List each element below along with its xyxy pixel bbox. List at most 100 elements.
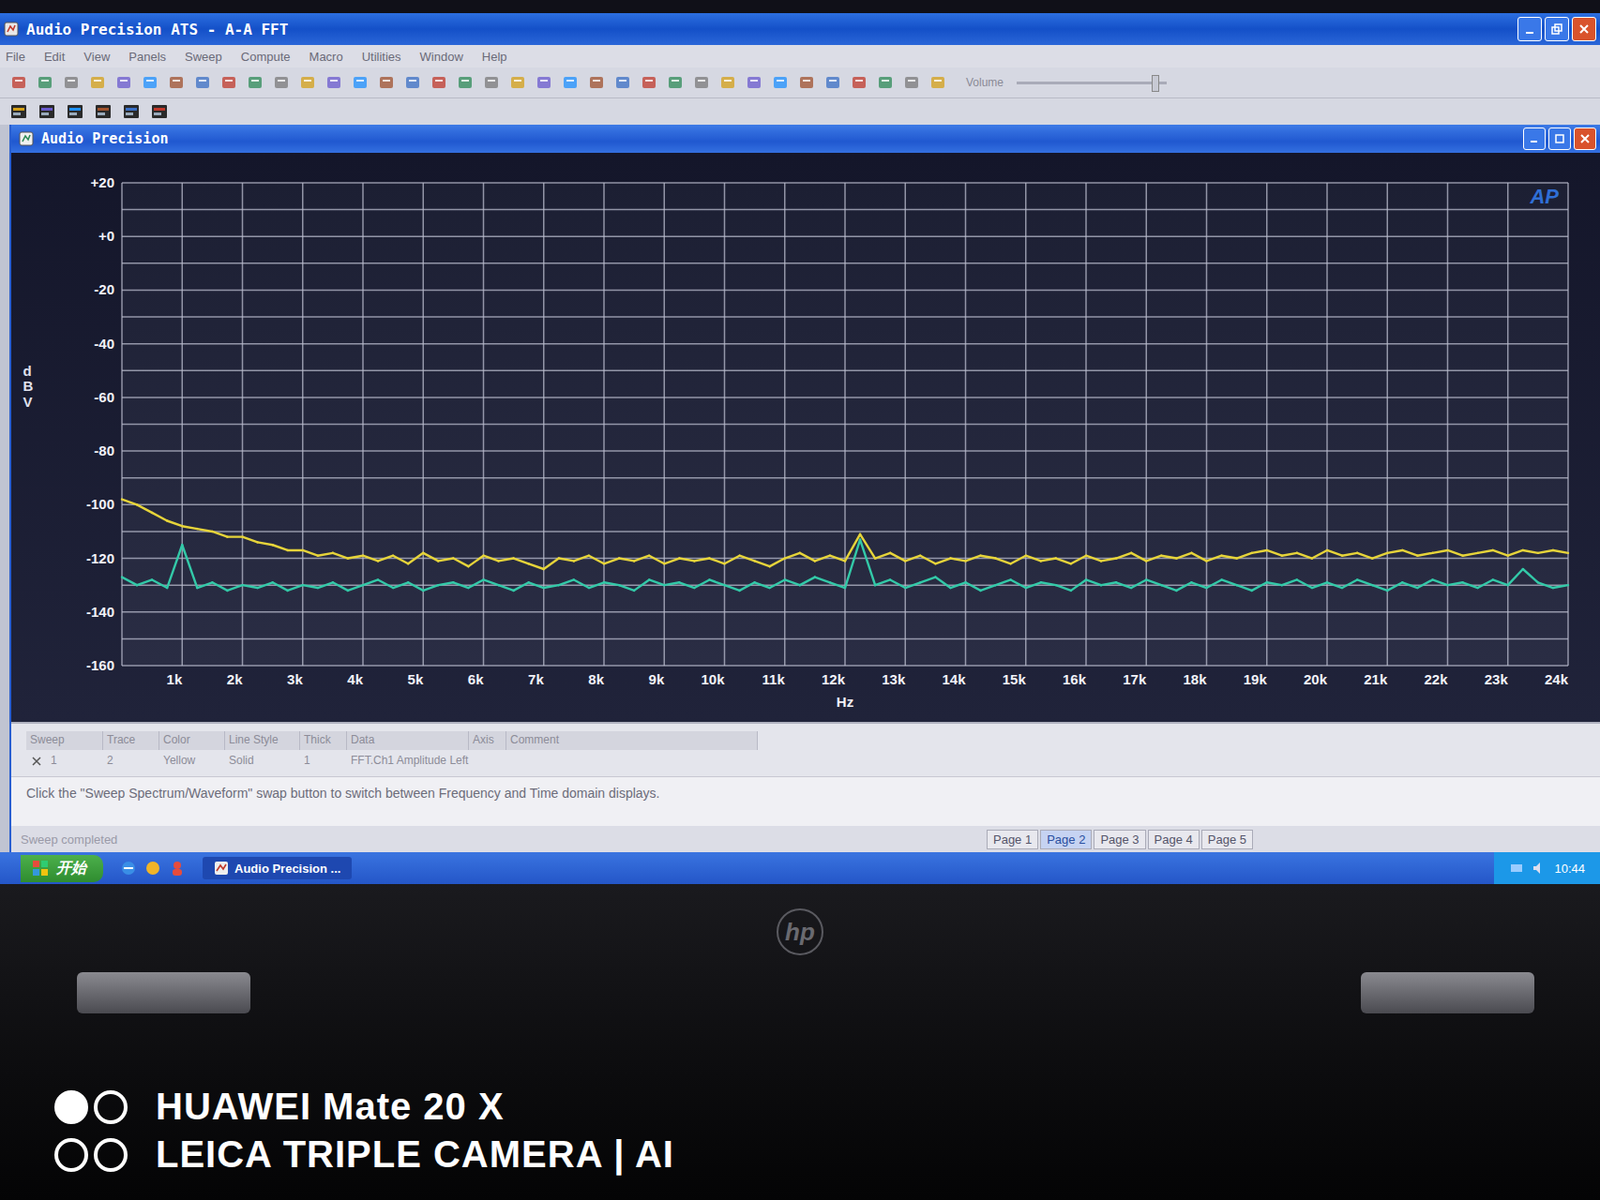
toolbar-button[interactable]	[165, 71, 188, 94]
toolbar-button[interactable]	[821, 71, 845, 94]
toolbar-button[interactable]	[86, 71, 109, 94]
toolbar-button[interactable]	[33, 71, 57, 94]
tool-icon	[798, 74, 816, 91]
legend-cell[interactable]	[506, 752, 758, 771]
toolbar-button[interactable]	[795, 71, 818, 94]
toolbar-button[interactable]	[63, 100, 87, 123]
toolbar-button[interactable]	[480, 71, 503, 94]
page-tab[interactable]: Page 1	[986, 830, 1039, 850]
toolbar-button[interactable]	[120, 100, 143, 123]
volume-icon[interactable]	[1531, 860, 1547, 876]
taskbar-label: Audio Precision ...	[234, 861, 341, 876]
page-tab[interactable]: Page 5	[1201, 830, 1253, 850]
toolbar-button[interactable]	[7, 100, 31, 123]
legend-cell[interactable]	[468, 752, 507, 771]
toolbar-button[interactable]	[637, 71, 661, 94]
toolbar-button[interactable]	[375, 71, 398, 94]
column-header[interactable]: Comment	[506, 731, 758, 751]
column-header[interactable]: Line Style	[225, 731, 301, 751]
toolbar-button[interactable]	[874, 71, 897, 94]
toolbar-button[interactable]	[270, 71, 293, 94]
page-tab[interactable]: Page 4	[1147, 830, 1200, 850]
volume-thumb[interactable]	[1151, 75, 1160, 92]
toolbar-button[interactable]	[322, 71, 346, 94]
x-axis-title: Hz	[836, 694, 854, 710]
column-header[interactable]: Thick	[300, 731, 348, 751]
grid-line	[121, 209, 1569, 212]
toolbar-button[interactable]	[453, 71, 477, 94]
column-header[interactable]: Axis	[468, 731, 507, 751]
series-segment	[1402, 582, 1418, 589]
toolbar-button[interactable]	[742, 71, 766, 94]
toolbar-button[interactable]	[243, 71, 267, 94]
menu-item[interactable]: Window	[420, 49, 464, 64]
toolbar-button[interactable]	[690, 71, 713, 94]
toolbar-button[interactable]	[296, 71, 319, 94]
toolbar-button[interactable]	[847, 71, 871, 94]
legend-cell[interactable]: 1	[46, 752, 104, 771]
toolbar-button[interactable]	[506, 71, 529, 94]
minimize-button[interactable]	[1517, 16, 1542, 42]
network-icon[interactable]	[1509, 860, 1525, 876]
maximize-button[interactable]	[1548, 127, 1571, 151]
column-header[interactable]: Data	[347, 731, 469, 751]
menu-item[interactable]: File	[5, 49, 26, 64]
toolbar-button[interactable]	[148, 100, 171, 123]
toolbar-button[interactable]	[558, 71, 582, 94]
restore-button[interactable]	[1544, 16, 1570, 42]
minimize-button[interactable]	[1523, 127, 1546, 151]
close-button[interactable]	[1573, 127, 1597, 151]
legend-cell[interactable]: FFT.Ch1 Amplitude Left	[347, 752, 469, 771]
toolbar-button[interactable]	[91, 100, 115, 123]
toolbar-button[interactable]	[112, 71, 136, 94]
x-tick-label: 4k	[347, 671, 363, 688]
toolbar-button[interactable]	[348, 71, 372, 94]
toolbar-button[interactable]	[611, 71, 634, 94]
page-tab[interactable]: Page 3	[1093, 830, 1146, 850]
toolbar-button[interactable]	[60, 71, 83, 94]
toolbar-button[interactable]	[138, 71, 162, 94]
column-header[interactable]: Sweep	[26, 731, 104, 751]
toolbar-button[interactable]	[401, 71, 424, 94]
menu-item[interactable]: Macro	[309, 49, 344, 64]
legend-cell[interactable]: Yellow	[159, 752, 226, 771]
toolbar-button[interactable]	[585, 71, 608, 94]
tool-icon	[141, 74, 159, 91]
page-tab[interactable]: Page 2	[1040, 830, 1092, 850]
legend-row[interactable]: 12YellowSolid1FFT.Ch1 Amplitude Left	[26, 752, 758, 771]
toolbar-button[interactable]	[191, 71, 214, 94]
close-button[interactable]	[1571, 16, 1597, 42]
toolbar-button[interactable]	[532, 71, 556, 94]
toolbar-button[interactable]	[716, 71, 740, 94]
taskbar: 开始Audio Precision ...10:44	[0, 852, 1600, 885]
menu-item[interactable]: Panels	[128, 49, 167, 64]
taskbar-button[interactable]: Audio Precision ...	[202, 857, 352, 880]
toolbar-button[interactable]	[769, 71, 792, 94]
row-checkbox[interactable]	[26, 752, 47, 771]
legend-cell[interactable]: 2	[103, 752, 160, 771]
media-icon[interactable]	[144, 860, 162, 877]
toolbar-button[interactable]	[35, 100, 59, 123]
column-header[interactable]: Color	[159, 731, 226, 751]
menu-item[interactable]: Utilities	[362, 49, 402, 64]
toolbar-button[interactable]	[7, 71, 31, 94]
menu-item[interactable]: Help	[482, 49, 508, 64]
toolbar-button[interactable]	[217, 71, 241, 94]
messenger-icon[interactable]	[168, 860, 186, 877]
volume-slider[interactable]	[1016, 81, 1167, 85]
toolbar-button[interactable]	[427, 71, 451, 94]
series-segment	[362, 556, 378, 562]
menu-item[interactable]: View	[83, 49, 110, 64]
toolbar-button[interactable]	[900, 71, 923, 94]
menu-item[interactable]: Compute	[241, 49, 291, 64]
legend-cell[interactable]: 1	[300, 752, 348, 771]
check-icon	[31, 756, 42, 767]
toolbar-button[interactable]	[926, 71, 950, 94]
menu-item[interactable]: Sweep	[184, 49, 223, 64]
browser-icon[interactable]	[120, 860, 137, 877]
legend-cell[interactable]: Solid	[225, 752, 301, 771]
column-header[interactable]: Trace	[103, 731, 160, 751]
start-button[interactable]: 开始	[20, 855, 104, 883]
menu-item[interactable]: Edit	[44, 49, 65, 64]
toolbar-button[interactable]	[664, 71, 687, 94]
